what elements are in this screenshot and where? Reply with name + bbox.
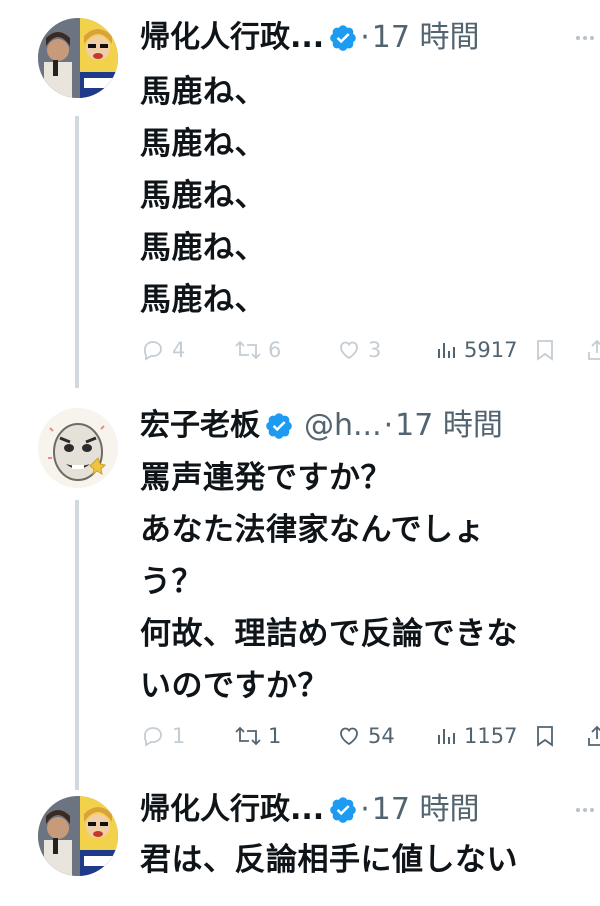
tweet-text: 罵声連発ですか？ あなた法律家なんでしょ う？ 何故、理詰めで反論できな いので… — [140, 452, 600, 712]
like-count: 54 — [368, 724, 395, 748]
bookmark-icon — [537, 726, 553, 747]
retweet-icon — [235, 726, 261, 746]
tweet-actions: 4 6 3 5917 — [140, 334, 600, 366]
views-count: 1157 — [464, 724, 518, 748]
share-icon — [588, 725, 600, 746]
reply-button[interactable]: 4 — [140, 334, 185, 366]
views-button[interactable]: 1157 — [436, 720, 517, 752]
tweet-header: 宏子老板 @h... · 17 時間 — [140, 406, 600, 446]
avatar[interactable] — [38, 796, 118, 876]
tweet-text-line: 馬鹿ね、 — [140, 230, 266, 266]
separator: · — [360, 20, 370, 55]
tweet-text-line: 馬鹿ね、 — [140, 282, 266, 318]
avatar[interactable] — [38, 408, 118, 488]
photo-avatar-icon — [38, 796, 118, 876]
reply-count: 1 — [172, 724, 186, 748]
views-icon — [438, 343, 455, 358]
display-name[interactable]: 帰化人行政... — [140, 790, 324, 830]
tweet-actions: 1 1 54 1157 — [140, 720, 600, 752]
user-handle[interactable]: @h... — [304, 406, 382, 446]
tweet-header: 帰化人行政... · 17 時間 — [140, 790, 600, 830]
display-name[interactable]: 帰化人行政... — [140, 18, 324, 58]
share-button[interactable] — [586, 720, 600, 752]
tweet[interactable]: 帰化人行政... · 17 時間 君は、反論相手に値しない — [0, 780, 600, 906]
photo-avatar-icon — [38, 18, 118, 98]
more-icon[interactable] — [576, 33, 600, 43]
reply-icon — [144, 341, 162, 361]
heart-icon — [340, 727, 358, 746]
tweet-text: 君は、反論相手に値しない — [140, 834, 600, 886]
reply-icon — [144, 727, 162, 747]
tweet-text-line: 君は、反論相手に値しない — [140, 842, 518, 878]
display-name[interactable]: 宏子老板 — [140, 406, 260, 446]
separator: · — [383, 408, 394, 443]
tweet-text-line: 馬鹿ね、 — [140, 74, 266, 110]
retweet-button[interactable]: 6 — [234, 334, 281, 366]
reply-count: 4 — [172, 338, 186, 362]
tweet-text: 馬鹿ね、 馬鹿ね、 馬鹿ね、 馬鹿ね、 馬鹿ね、 — [140, 66, 600, 326]
conversation-thread: 帰化人行政... · 17 時間 馬鹿ね、 馬鹿ね、 馬鹿ね、 馬鹿ね、 馬鹿ね… — [0, 0, 600, 906]
like-count: 3 — [368, 338, 382, 362]
views-icon — [438, 729, 455, 744]
timestamp[interactable]: 17 時間 — [372, 790, 480, 830]
tweet[interactable]: 宏子老板 @h... · 17 時間 罵声連発ですか？ あなた法律家なんでしょ … — [0, 390, 600, 780]
share-button[interactable] — [586, 334, 600, 366]
tweet-header: 帰化人行政... · 17 時間 — [140, 18, 600, 58]
retweet-button[interactable]: 1 — [234, 720, 281, 752]
retweet-count: 1 — [268, 724, 282, 748]
tweet-text-line: 馬鹿ね、 — [140, 126, 266, 162]
bookmark-button[interactable] — [534, 334, 556, 366]
retweet-count: 6 — [268, 338, 282, 362]
like-button[interactable]: 3 — [336, 334, 381, 366]
tweet-text-line: 馬鹿ね、 — [140, 178, 266, 214]
tweet-text-line: う？ — [140, 564, 203, 600]
verified-badge-icon — [330, 25, 357, 51]
bookmark-icon — [537, 340, 553, 361]
retweet-icon — [235, 340, 261, 360]
verified-badge-icon — [330, 797, 357, 823]
like-button[interactable]: 54 — [336, 720, 395, 752]
timestamp[interactable]: 17 時間 — [395, 406, 503, 446]
tweet-text-line: 罵声連発ですか？ — [140, 460, 392, 496]
tweet-text-line: いのですか？ — [140, 668, 329, 704]
tweet[interactable]: 帰化人行政... · 17 時間 馬鹿ね、 馬鹿ね、 馬鹿ね、 馬鹿ね、 馬鹿ね… — [0, 0, 600, 390]
reply-button[interactable]: 1 — [140, 720, 185, 752]
meme-face-avatar-icon — [38, 408, 118, 488]
share-icon — [588, 339, 600, 360]
tweet-text-line: 何故、理詰めで反論できな — [140, 616, 518, 652]
heart-icon — [340, 341, 358, 360]
bookmark-button[interactable] — [534, 720, 556, 752]
views-count: 5917 — [464, 338, 518, 362]
timestamp[interactable]: 17 時間 — [372, 18, 480, 58]
more-icon[interactable] — [576, 805, 600, 815]
views-button[interactable]: 5917 — [436, 334, 517, 366]
tweet-text-line: あなた法律家なんでしょ — [140, 512, 485, 548]
separator: · — [360, 792, 370, 827]
verified-badge-icon — [266, 413, 292, 439]
avatar[interactable] — [38, 18, 118, 98]
